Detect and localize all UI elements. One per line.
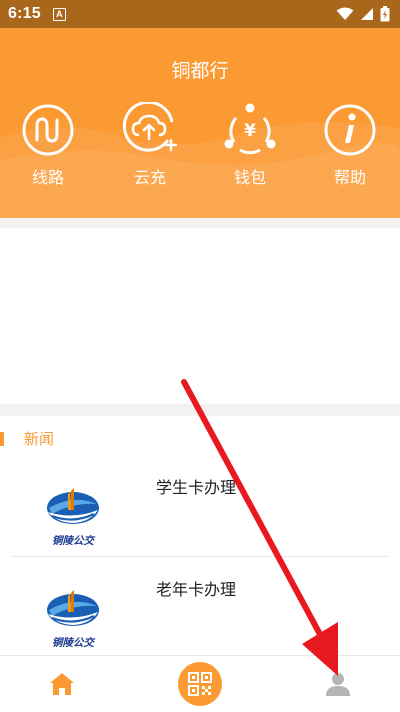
bus-company-logo: 铜陵公交 bbox=[47, 488, 99, 547]
section-separator bbox=[0, 218, 400, 228]
status-bar: 6:15 A bbox=[0, 0, 400, 28]
banner-area bbox=[0, 228, 400, 404]
news-title: 老年卡办理 bbox=[156, 580, 237, 599]
news-divider bbox=[12, 556, 388, 557]
logo-text: 铜陵公交 bbox=[52, 636, 95, 649]
tab-profile[interactable] bbox=[298, 656, 378, 712]
help-button[interactable]: 帮助 bbox=[310, 102, 390, 188]
news-section-header: 新闻 bbox=[0, 428, 400, 450]
wallet-button[interactable]: ¥ 钱包 bbox=[210, 102, 290, 188]
news-item-student-card[interactable]: 铜陵公交 学生卡办理 bbox=[0, 468, 400, 568]
news-section-title: 新闻 bbox=[24, 430, 55, 448]
qr-code-icon bbox=[178, 662, 222, 706]
news-accent-bar bbox=[0, 432, 4, 446]
battery-icon bbox=[380, 6, 390, 22]
section-separator bbox=[0, 404, 400, 416]
bus-company-logo: 铜陵公交 bbox=[47, 590, 99, 649]
logo-text: 铜陵公交 bbox=[52, 534, 95, 547]
news-title: 学生卡办理 bbox=[156, 478, 237, 497]
tab-home[interactable] bbox=[22, 656, 102, 712]
app-title: 铜都行 bbox=[171, 60, 229, 82]
status-time: 6:15 bbox=[8, 5, 41, 22]
cloud-recharge-label: 云充 bbox=[133, 168, 166, 187]
route-button[interactable]: 线路 bbox=[8, 102, 88, 188]
bottom-navigation bbox=[0, 655, 400, 712]
cloud-recharge-button[interactable]: 云充 bbox=[110, 102, 190, 188]
tab-qr-code[interactable] bbox=[160, 656, 240, 712]
wallet-yen-icon: ¥ bbox=[224, 103, 276, 155]
wallet-label: 钱包 bbox=[233, 168, 266, 187]
info-icon bbox=[324, 104, 376, 156]
route-icon bbox=[22, 104, 74, 156]
signal-icon bbox=[361, 8, 373, 20]
person-icon bbox=[326, 673, 350, 696]
route-label: 线路 bbox=[31, 168, 64, 187]
help-label: 帮助 bbox=[333, 168, 366, 187]
notification-a-icon: A bbox=[52, 7, 66, 21]
wifi-icon bbox=[336, 7, 354, 20]
svg-text:¥: ¥ bbox=[244, 121, 256, 141]
quick-actions: 线路 云充 ¥ 钱包 帮助 bbox=[0, 102, 400, 202]
home-icon bbox=[50, 673, 74, 695]
cloud-upload-icon bbox=[122, 102, 178, 152]
header-panel: 铜都行 线路 云充 ¥ 钱包 帮助 bbox=[0, 28, 400, 218]
